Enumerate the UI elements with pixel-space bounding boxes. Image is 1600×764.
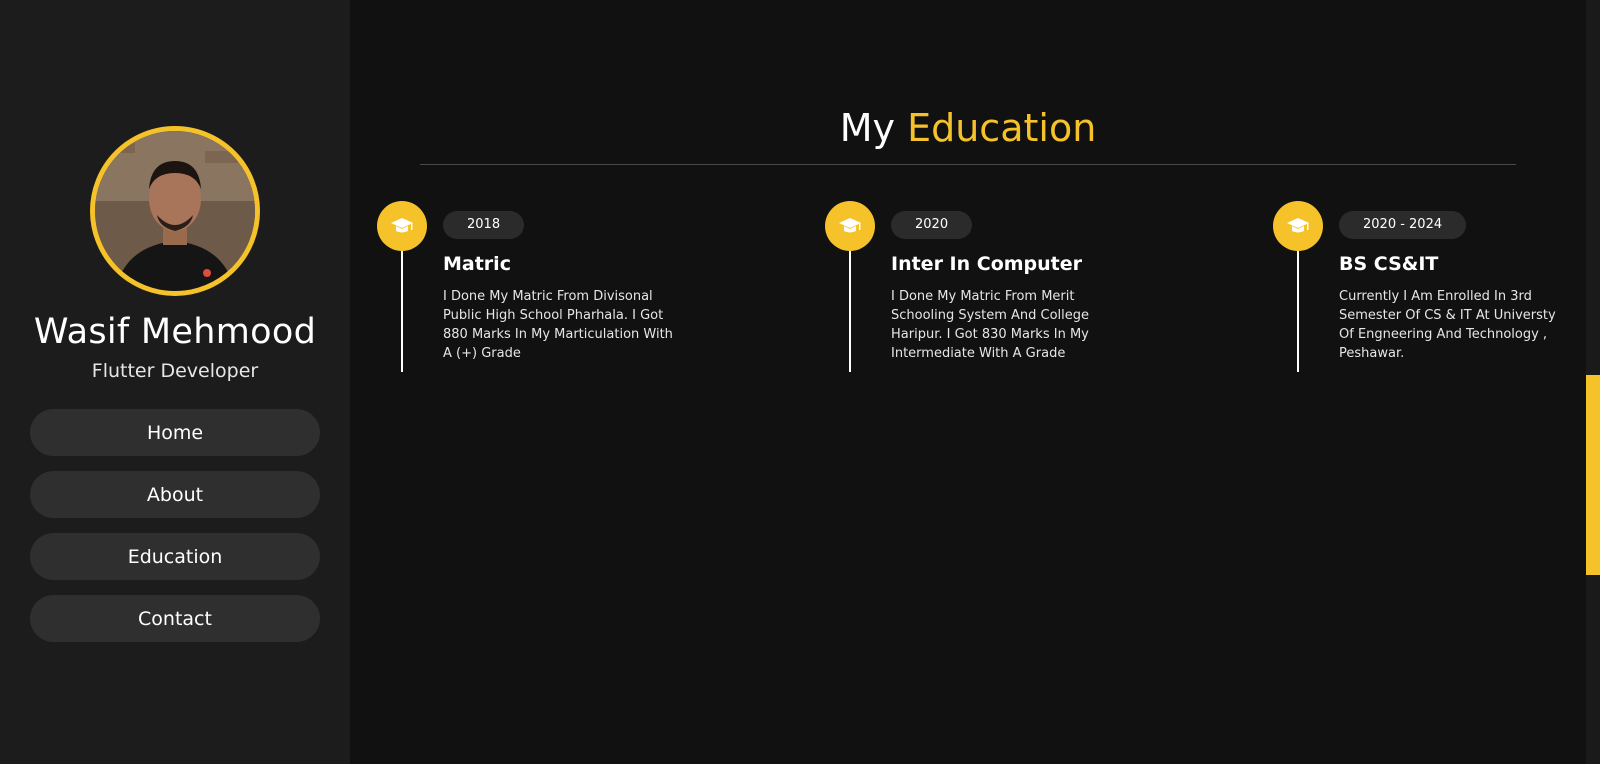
timeline-badge [377,201,427,251]
profile-avatar [90,126,260,296]
timeline-line [401,249,403,372]
education-item: 2018 Matric I Done My Matric From Diviso… [377,201,677,372]
education-title: Matric [443,253,511,275]
section-divider [420,164,1516,165]
education-year: 2018 [443,211,525,239]
timeline-line [1297,249,1299,372]
scrollbar-thumb[interactable] [1586,375,1600,575]
education-item: 2020 - 2024 BS CS&IT Currently I Am Enro… [1273,201,1573,372]
graduation-cap-icon [391,218,413,233]
section-title-prefix: My [839,106,895,150]
avatar-photo [95,131,255,291]
education-description: I Done My Matric From Divisonal Public H… [443,289,673,361]
sidebar-nav: Home About Education Contact [30,409,320,657]
nav-education-button[interactable]: Education [30,533,320,580]
education-year: 2020 - 2024 [1339,211,1467,239]
section-title-accent: Education [907,106,1097,150]
portfolio-page: Wasif Mehmood Flutter Developer Home Abo… [0,0,1600,764]
nav-home-button[interactable]: Home [30,409,320,456]
graduation-cap-icon [1287,218,1309,233]
timeline-badge [1273,201,1323,251]
timeline-line [849,249,851,372]
nav-contact-button[interactable]: Contact [30,595,320,642]
page-scrollbar[interactable] [1586,0,1600,764]
education-item: 2020 Inter In Computer I Done My Matric … [825,201,1125,372]
section-title: My Education [350,104,1586,152]
education-title: BS CS&IT [1339,253,1439,275]
education-description: I Done My Matric From Merit Schooling Sy… [891,289,1090,361]
education-year: 2020 [891,211,973,239]
nav-about-button[interactable]: About [30,471,320,518]
education-description: Currently I Am Enrolled In 3rd Semester … [1339,289,1556,361]
timeline-badge [825,201,875,251]
graduation-cap-icon [839,218,861,233]
profile-name: Wasif Mehmood [33,312,317,352]
education-title: Inter In Computer [891,253,1083,275]
sidebar: Wasif Mehmood Flutter Developer Home Abo… [0,0,350,764]
profile-role: Flutter Developer [91,360,259,382]
